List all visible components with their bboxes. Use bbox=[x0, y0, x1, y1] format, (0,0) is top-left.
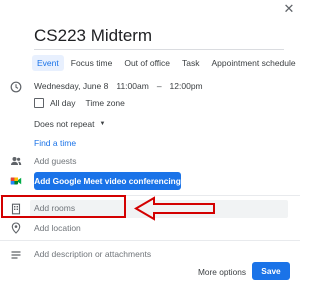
location-pin-icon bbox=[10, 222, 22, 234]
divider bbox=[0, 240, 300, 241]
event-dialog: ✕ CS223 Midterm Event Focus time Out of … bbox=[0, 0, 300, 287]
google-meet-icon bbox=[10, 175, 22, 187]
tab-event[interactable]: Event bbox=[32, 55, 64, 71]
time-separator: – bbox=[156, 81, 162, 91]
tab-focus-time[interactable]: Focus time bbox=[66, 55, 118, 71]
more-options-button[interactable]: More options bbox=[198, 267, 246, 277]
people-icon bbox=[10, 155, 22, 167]
close-icon[interactable]: ✕ bbox=[282, 2, 296, 16]
all-day-checkbox[interactable] bbox=[34, 98, 44, 108]
repeat-value: Does not repeat bbox=[34, 119, 95, 129]
tab-appointment-schedule[interactable]: Appointment schedule bbox=[207, 55, 301, 71]
add-location-input[interactable]: Add location bbox=[34, 223, 81, 233]
find-a-time-link[interactable]: Find a time bbox=[34, 138, 76, 148]
start-time[interactable]: 11:00am bbox=[116, 81, 148, 91]
tab-task[interactable]: Task bbox=[177, 55, 204, 71]
highlight-box bbox=[1, 195, 126, 218]
notes-icon bbox=[10, 249, 22, 261]
end-time[interactable]: 12:00pm bbox=[170, 81, 203, 91]
repeat-dropdown[interactable]: Does not repeat ▼ bbox=[34, 119, 105, 129]
date-time-row: Wednesday, June 8 11:00am – 12:00pm bbox=[34, 81, 203, 91]
clock-icon bbox=[10, 81, 22, 93]
all-day-row: All day Time zone bbox=[34, 98, 125, 108]
save-button[interactable]: Save bbox=[252, 262, 290, 280]
pointing-arrow-icon bbox=[134, 196, 215, 221]
time-zone-link[interactable]: Time zone bbox=[86, 98, 125, 108]
all-day-label[interactable]: All day bbox=[50, 98, 76, 108]
event-title-input[interactable]: CS223 Midterm bbox=[34, 24, 284, 50]
chevron-down-icon: ▼ bbox=[99, 121, 106, 127]
event-type-tabs: Event Focus time Out of office Task Appo… bbox=[32, 54, 303, 72]
add-google-meet-button[interactable]: Add Google Meet video conferencing bbox=[34, 172, 181, 190]
tab-out-of-office[interactable]: Out of office bbox=[119, 55, 175, 71]
event-date[interactable]: Wednesday, June 8 bbox=[34, 81, 108, 91]
add-guests-input[interactable]: Add guests bbox=[34, 156, 77, 166]
add-description-input[interactable]: Add description or attachments bbox=[34, 249, 151, 259]
